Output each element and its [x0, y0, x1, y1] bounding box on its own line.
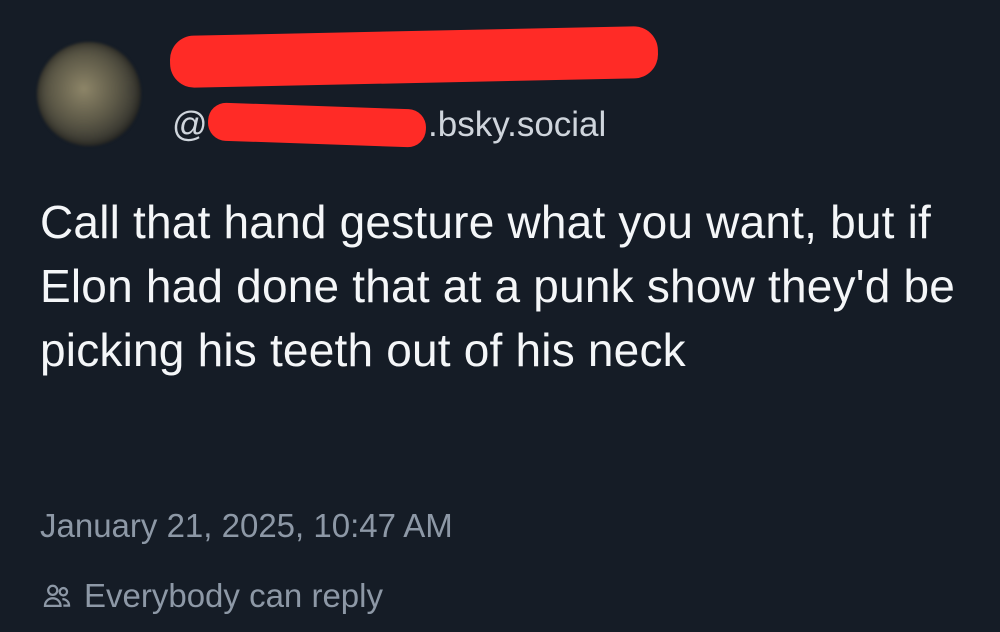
redacted-display-name — [169, 25, 659, 89]
handle-domain: .bsky.social — [428, 105, 607, 144]
bluesky-post: @ .bsky.social Call that hand gesture wh… — [0, 0, 1000, 632]
avatar[interactable] — [37, 42, 141, 146]
reply-setting: Everybody can reply — [40, 577, 383, 615]
people-icon — [40, 579, 74, 613]
handle-at-symbol: @ — [172, 105, 208, 144]
user-handle[interactable]: @ .bsky.social — [172, 102, 607, 148]
redacted-handle — [207, 102, 427, 148]
post-text: Call that hand gesture what you want, bu… — [40, 196, 956, 376]
post-timestamp: January 21, 2025, 10:47 AM — [40, 507, 453, 544]
reply-setting-label: Everybody can reply — [84, 577, 383, 614]
